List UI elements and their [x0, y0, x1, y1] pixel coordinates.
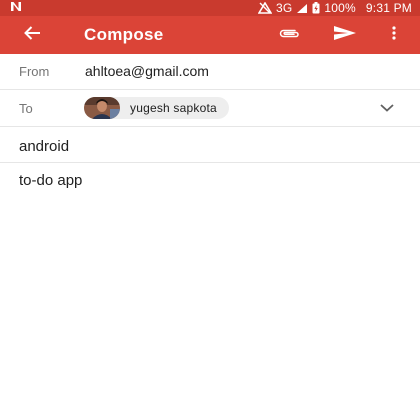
status-right: 3G 100% 9:31 PM	[257, 0, 412, 16]
status-left	[10, 0, 22, 16]
expand-recipients-button[interactable]	[378, 102, 396, 114]
to-row: To yugesh sapkota	[0, 90, 420, 127]
avatar	[84, 97, 120, 119]
to-label: To	[19, 101, 33, 116]
send-icon	[333, 25, 357, 46]
attach-button[interactable]	[276, 24, 302, 46]
battery-percent: 100%	[324, 1, 356, 15]
battery-charging-icon	[312, 2, 320, 14]
recipient-name: yugesh sapkota	[130, 101, 217, 115]
status-bar: 3G 100% 9:31 PM	[0, 0, 420, 16]
send-button[interactable]	[331, 24, 359, 46]
from-account-selector[interactable]: ahltoea@gmail.com	[85, 63, 209, 79]
app-bar: Compose	[0, 16, 420, 54]
compose-body-field[interactable]: to-do app	[19, 172, 399, 402]
clock: 9:31 PM	[365, 1, 412, 15]
subject-row	[0, 127, 420, 163]
cell-signal-icon	[296, 3, 308, 14]
recipient-chip[interactable]: yugesh sapkota	[84, 97, 229, 119]
chevron-down-icon	[380, 99, 394, 117]
network-type: 3G	[275, 1, 293, 15]
subject-field[interactable]	[19, 136, 399, 156]
paperclip-icon	[277, 26, 301, 44]
signal-off-icon	[257, 2, 272, 14]
page-title: Compose	[84, 25, 164, 44]
more-options-button[interactable]	[384, 24, 404, 46]
from-label: From	[19, 64, 50, 79]
from-row: From ahltoea@gmail.com	[0, 54, 420, 90]
notification-n-icon	[10, 0, 22, 16]
back-button[interactable]	[20, 24, 44, 46]
arrow-back-icon	[23, 25, 41, 46]
more-vert-icon	[392, 25, 396, 45]
